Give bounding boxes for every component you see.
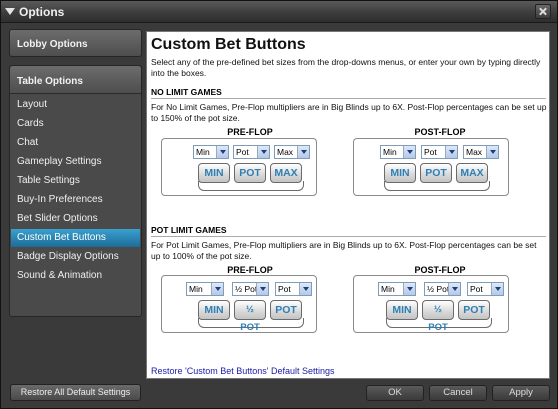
pot-limit-postflop-select-2[interactable]: ½ Pot <box>424 282 461 296</box>
ok-button[interactable]: OK <box>366 385 424 401</box>
table-options-header[interactable]: Table Options <box>10 66 141 94</box>
bet-button-preview: MIN ½ POT POT <box>198 300 308 333</box>
sidebar-item-chat[interactable]: Chat <box>11 134 140 152</box>
preview-pot-button: POT <box>270 300 302 320</box>
pot-limit-postflop-group: Min ½ Pot Pot MIN ½ POT POT <box>353 275 509 333</box>
page-title: Custom Bet Buttons <box>151 36 306 53</box>
menu-arrow-icon[interactable] <box>5 8 15 15</box>
section-divider <box>151 236 546 237</box>
lobby-options-button[interactable]: Lobby Options <box>9 29 142 57</box>
preview-pot-button: POT <box>458 300 490 320</box>
sidebar-item-sound-animation[interactable]: Sound & Animation <box>11 267 140 285</box>
sidebar-item-cards[interactable]: Cards <box>11 115 140 133</box>
pot-limit-preflop-group: Min ½ Pot Pot MIN ½ POT POT <box>161 275 317 333</box>
sidebar-item-table-settings[interactable]: Table Settings <box>11 172 140 190</box>
apply-button[interactable]: Apply <box>492 385 550 401</box>
sidebar-item-custom-bet-buttons[interactable]: Custom Bet Buttons <box>11 229 140 247</box>
preview-half-pot-button: ½ POT <box>234 300 266 333</box>
preview-min-button: MIN <box>386 300 418 320</box>
chevron-down-icon <box>486 146 498 158</box>
intro-text: Select any of the pre-defined bet sizes … <box>151 57 541 78</box>
preview-min-button: MIN <box>198 163 230 183</box>
chevron-down-icon <box>448 283 460 295</box>
chevron-down-icon <box>491 283 503 295</box>
pot-limit-postflop-select-3[interactable]: Pot <box>467 282 504 296</box>
no-limit-postflop-label: POST-FLOP <box>414 127 466 137</box>
restore-custom-bet-buttons-link[interactable]: Restore 'Custom Bet Buttons' Default Set… <box>151 366 335 376</box>
content-panel: Custom Bet Buttons Select any of the pre… <box>146 31 550 379</box>
preview-pot-button: POT <box>234 163 266 183</box>
preview-max-button: MAX <box>270 163 302 183</box>
preview-max-button: MAX <box>456 163 488 183</box>
cancel-button[interactable]: Cancel <box>429 385 487 401</box>
bet-button-preview: MIN POT MAX <box>198 163 308 191</box>
bet-button-preview: MIN ½ POT POT <box>386 300 496 333</box>
preview-min-button: MIN <box>198 300 230 320</box>
chevron-down-icon <box>256 283 268 295</box>
pot-limit-description: For Pot Limit Games, Pre-Flop multiplier… <box>151 240 537 261</box>
sidebar-item-badge-display-options[interactable]: Badge Display Options <box>11 248 140 266</box>
sidebar-item-layout[interactable]: Layout <box>11 96 140 114</box>
title-bar[interactable]: Options <box>1 1 557 23</box>
restore-all-defaults-button[interactable]: Restore All Default Settings <box>10 384 141 401</box>
pot-limit-postflop-label: POST-FLOP <box>414 265 466 275</box>
chevron-down-icon <box>297 146 309 158</box>
chevron-down-icon <box>299 283 311 295</box>
no-limit-preflop-label: PRE-FLOP <box>227 127 273 137</box>
preview-half-pot-button: ½ POT <box>422 300 454 333</box>
window-title: Options <box>19 5 65 19</box>
no-limit-postflop-group: Min Pot Max MIN POT MAX <box>353 138 509 196</box>
preview-pot-button: POT <box>420 163 452 183</box>
no-limit-postflop-select-2[interactable]: Pot <box>421 145 458 159</box>
section-divider <box>151 98 546 99</box>
no-limit-description: For No Limit Games, Pre-Flop multipliers… <box>151 102 547 123</box>
chevron-down-icon <box>445 146 457 158</box>
no-limit-preflop-select-2[interactable]: Pot <box>233 145 270 159</box>
sidebar-item-gameplay-settings[interactable]: Gameplay Settings <box>11 153 140 171</box>
sidebar-item-bet-slider-options[interactable]: Bet Slider Options <box>11 210 140 228</box>
chevron-down-icon <box>403 146 415 158</box>
no-limit-postflop-select-1[interactable]: Min <box>380 145 416 159</box>
pot-limit-preflop-select-1[interactable]: Min <box>186 282 224 296</box>
chevron-down-icon <box>257 146 269 158</box>
no-limit-preflop-select-3[interactable]: Max <box>274 145 310 159</box>
pot-limit-preflop-select-3[interactable]: Pot <box>275 282 312 296</box>
bet-button-preview: MIN POT MAX <box>384 163 494 191</box>
preview-min-button: MIN <box>384 163 416 183</box>
pot-limit-postflop-select-1[interactable]: Min <box>378 282 416 296</box>
chevron-down-icon <box>216 146 228 158</box>
sidebar-item-buy-in-preferences[interactable]: Buy-In Preferences <box>11 191 140 209</box>
pot-limit-heading: POT LIMIT GAMES <box>151 225 227 235</box>
no-limit-preflop-select-1[interactable]: Min <box>193 145 229 159</box>
chevron-down-icon <box>403 283 415 295</box>
table-options-panel: Table Options Layout Cards Chat Gameplay… <box>9 65 142 317</box>
options-window: Options Lobby Options Table Options Layo… <box>0 0 558 409</box>
no-limit-postflop-select-3[interactable]: Max <box>463 145 499 159</box>
no-limit-preflop-group: Min Pot Max MIN POT MAX <box>161 138 317 196</box>
close-button[interactable] <box>535 4 551 19</box>
chevron-down-icon <box>211 283 223 295</box>
no-limit-heading: NO LIMIT GAMES <box>151 87 222 97</box>
pot-limit-preflop-label: PRE-FLOP <box>227 265 273 275</box>
pot-limit-preflop-select-2[interactable]: ½ Pot <box>232 282 269 296</box>
